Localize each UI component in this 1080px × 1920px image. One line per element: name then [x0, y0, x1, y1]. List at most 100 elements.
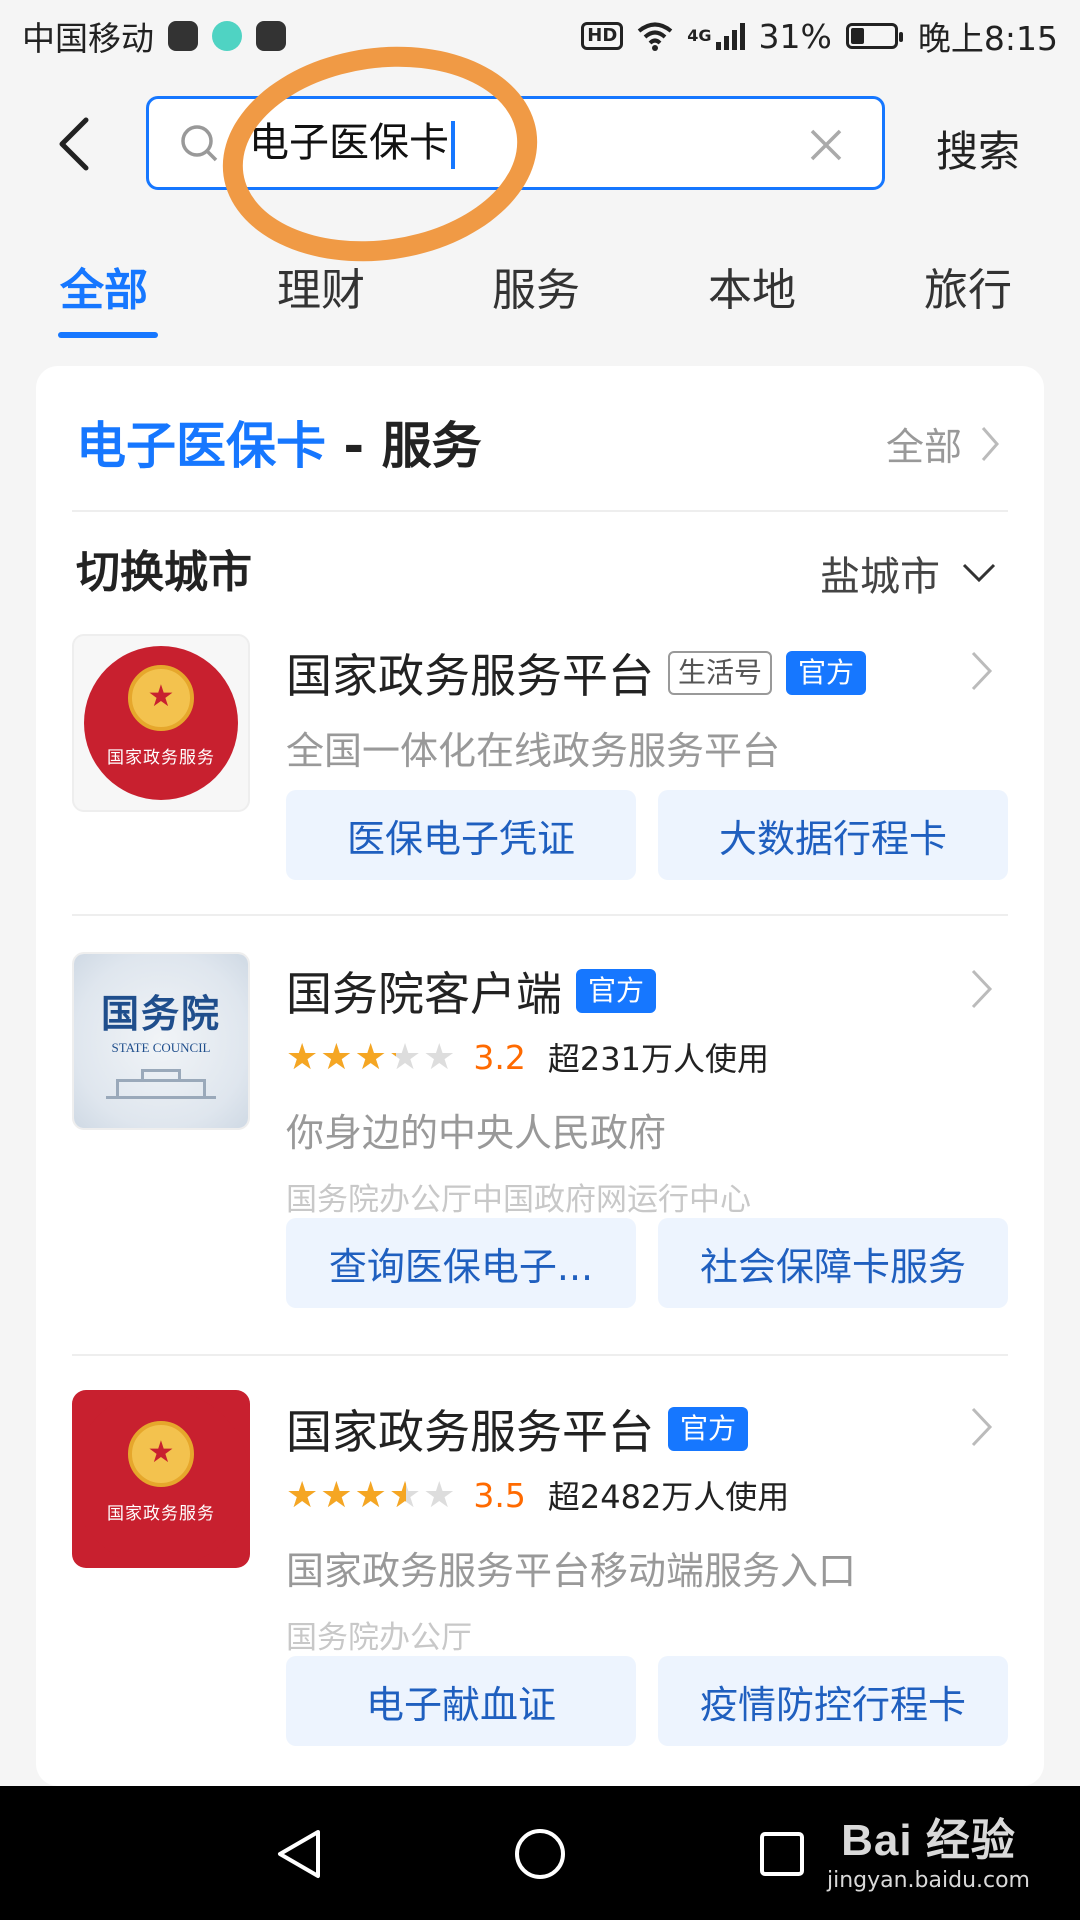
item-actions: 医保电子凭证 大数据行程卡: [286, 790, 1008, 880]
emblem-icon: [128, 664, 194, 731]
current-city: 盐城市: [820, 554, 940, 600]
service-shortcut-button[interactable]: 疫情防控行程卡: [658, 1656, 1008, 1746]
active-tab-indicator: [58, 332, 158, 338]
category-tabs: 全部 理财 服务 本地 旅行: [0, 240, 1080, 350]
service-shortcut-button[interactable]: 电子献血证: [286, 1656, 636, 1746]
search-query: 电子医保卡: [249, 120, 449, 166]
star-fill: ★★★★★: [286, 1036, 396, 1078]
text-caret: [451, 121, 455, 169]
status-right: HD 4G 31% 晚上8:15: [581, 12, 1058, 60]
rating-row: ★★★★★★★★★★ 3.5 超2482万人使用: [286, 1472, 789, 1518]
divider: [72, 510, 1008, 512]
item-actions: 查询医保电子... 社会保障卡服务: [286, 1218, 1008, 1308]
chevron-down-icon: [962, 563, 996, 583]
view-all-link[interactable]: 全部: [886, 416, 1000, 471]
life-account-tag: 生活号: [668, 651, 773, 695]
star-rating: ★★★★★★★★★★: [286, 1474, 458, 1516]
service-item[interactable]: 国家政务服务 国家政务服务平台 生活号 官方 全国一体化在线政务服务平台 医保电…: [72, 634, 1008, 880]
item-publisher: 国务院办公厅: [286, 1620, 472, 1656]
tab-local[interactable]: 本地: [708, 254, 796, 318]
notification-app-icon: [168, 21, 198, 51]
item-title-row: 国家政务服务平台 官方: [286, 1396, 749, 1462]
official-tag: 官方: [576, 969, 657, 1013]
notification-app-icon: [212, 21, 242, 51]
city-selector[interactable]: 盐城市: [820, 544, 996, 602]
signal-icon: [715, 22, 745, 50]
divider: [72, 914, 1008, 916]
watermark-url: jingyan.baidu.com: [826, 1868, 1030, 1893]
official-tag: 官方: [668, 1407, 749, 1451]
rating-score: 3.2: [473, 1037, 526, 1077]
battery-icon: [845, 23, 903, 49]
battery-percent: 31%: [758, 16, 832, 56]
tab-finance[interactable]: 理财: [277, 254, 365, 318]
item-title-row: 国家政务服务平台 生活号 官方: [286, 640, 867, 706]
chevron-right-icon: [981, 426, 999, 461]
status-left: 中国移动: [22, 12, 286, 60]
service-shortcut-button[interactable]: 医保电子凭证: [286, 790, 636, 880]
nav-back-icon[interactable]: [270, 1824, 330, 1884]
service-item[interactable]: 国家政务服务 国家政务服务平台 官方 ★★★★★★★★★★ 3.5 超2482万…: [72, 1390, 1008, 1746]
service-item[interactable]: 国务院 STATE COUNCIL 国务院客户端 官方 ★★★★★★★★★★ 3…: [72, 952, 1008, 1308]
item-description: 全国一体化在线政务服务平台: [286, 729, 781, 773]
hd-badge: HD: [581, 22, 624, 50]
search-button[interactable]: 搜索: [936, 118, 1020, 179]
watermark-brand: Bai 经验: [841, 1816, 1016, 1865]
star-fill: ★★★★★: [286, 1474, 406, 1516]
battery-level: [850, 28, 864, 44]
item-name: 国务院客户端: [286, 967, 562, 1021]
item-title-row: 国务院客户端 官方: [286, 958, 657, 1024]
divider: [72, 1354, 1008, 1356]
user-count: 超2482万人使用: [547, 1478, 790, 1516]
national-emblem-logo: 国家政务服务: [84, 646, 238, 800]
building-icon: [106, 1066, 216, 1099]
tab-all[interactable]: 全部: [60, 254, 148, 318]
item-logo: 国家政务服务: [72, 634, 250, 812]
clock: 晚上8:15: [917, 19, 1058, 58]
tab-services[interactable]: 服务: [492, 254, 580, 318]
rating-score: 3.5: [473, 1475, 526, 1515]
service-results-card: 电子医保卡 - 服务 全部 切换城市 盐城市 国家政务服务 国家政务服务平台 生…: [36, 366, 1044, 1786]
logo-text: 国家政务服务: [107, 1503, 215, 1524]
network-type: 4G: [687, 26, 712, 45]
notification-app-icon: [256, 21, 286, 51]
carrier-name: 中国移动: [22, 19, 154, 58]
baidu-jingyan-watermark: Bai 经验 jingyan.baidu.com: [827, 1804, 1030, 1893]
official-tag: 官方: [786, 651, 867, 695]
switch-city-label: 切换城市: [76, 547, 252, 598]
emblem-icon: [128, 1420, 194, 1487]
item-name: 国家政务服务平台: [286, 1405, 654, 1459]
national-emblem-logo: 国家政务服务: [72, 1390, 250, 1568]
item-description: 你身边的中央人民政府: [286, 1111, 667, 1155]
search-bar-row: 电子医保卡 搜索: [0, 80, 1080, 210]
back-button[interactable]: [48, 112, 98, 176]
star-rating: ★★★★★★★★★★: [286, 1036, 458, 1078]
back-arrow-icon: [59, 117, 89, 171]
system-nav-bar: Bai 经验 jingyan.baidu.com: [0, 1786, 1080, 1920]
wifi-icon: [638, 22, 673, 51]
status-bar: 中国移动 HD 4G 31% 晚上8:15: [0, 0, 1080, 72]
logo-subtext: STATE COUNCIL: [111, 1040, 211, 1055]
nav-home-icon[interactable]: [510, 1824, 570, 1884]
view-all-label: 全部: [885, 425, 962, 469]
logo-text: 国务院: [100, 991, 221, 1036]
chevron-right-icon: [971, 969, 993, 1009]
search-query-wrap: 电子医保卡: [249, 117, 455, 169]
nav-recent-icon[interactable]: [752, 1824, 812, 1884]
section-suffix: - 服务: [326, 417, 482, 475]
section-keyword: 电子医保卡: [76, 417, 326, 475]
tab-travel[interactable]: 旅行: [924, 254, 1012, 318]
service-shortcut-button[interactable]: 社会保障卡服务: [658, 1218, 1008, 1308]
item-description: 国家政务服务平台移动端服务入口: [286, 1549, 857, 1593]
item-logo: 国家政务服务: [72, 1390, 250, 1568]
service-shortcut-button[interactable]: 大数据行程卡: [658, 790, 1008, 880]
search-icon: [181, 125, 218, 162]
service-shortcut-button[interactable]: 查询医保电子...: [286, 1218, 636, 1308]
chevron-right-icon: [971, 651, 993, 691]
chevron-right-icon: [971, 1407, 993, 1447]
clear-icon[interactable]: [806, 125, 846, 165]
item-actions: 电子献血证 疫情防控行程卡: [286, 1656, 1008, 1746]
item-name: 国家政务服务平台: [286, 649, 654, 703]
search-input[interactable]: 电子医保卡: [146, 96, 885, 190]
section-title: 电子医保卡 - 服务: [76, 406, 482, 478]
